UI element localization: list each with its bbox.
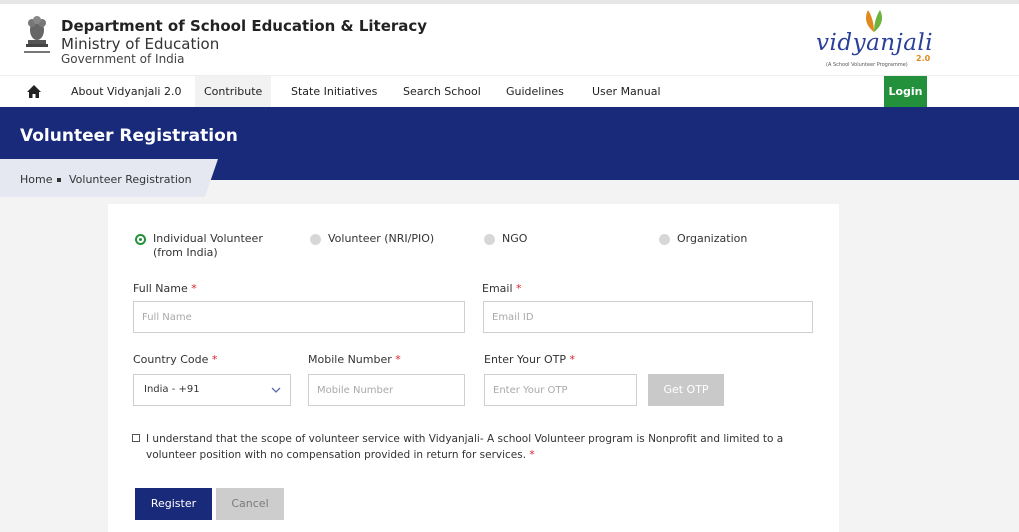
- get-otp-button[interactable]: Get OTP: [648, 374, 724, 406]
- radio-unselected-icon[interactable]: [659, 234, 670, 245]
- main-nav: About Vidyanjali 2.0 Contribute State In…: [0, 75, 1019, 108]
- country-code-label: Country Code *: [133, 353, 218, 366]
- nav-state-initiatives[interactable]: State Initiatives: [291, 76, 377, 108]
- radio-selected-icon[interactable]: [135, 234, 146, 245]
- emblem-icon: [24, 16, 50, 53]
- logo-tagline: (A School Volunteer Programme): [826, 62, 908, 68]
- breadcrumb-home[interactable]: Home: [20, 173, 52, 186]
- nav-search-school[interactable]: Search School: [403, 76, 481, 108]
- full-name-label: Full Name *: [133, 282, 197, 295]
- breadcrumb-current: Volunteer Registration: [69, 173, 192, 186]
- breadcrumb: Home Volunteer Registration: [0, 159, 218, 197]
- otp-label: Enter Your OTP *: [484, 353, 576, 366]
- country-code-select[interactable]: India - +91: [133, 374, 291, 406]
- mobile-number-input[interactable]: [308, 374, 465, 406]
- full-name-input[interactable]: [133, 301, 465, 333]
- site-header: Department of School Education & Literac…: [0, 4, 1019, 75]
- nav-about[interactable]: About Vidyanjali 2.0: [61, 76, 191, 108]
- nav-user-manual[interactable]: User Manual: [592, 76, 661, 108]
- mobile-number-label: Mobile Number *: [308, 353, 401, 366]
- ministry-name: Ministry of Education: [61, 35, 220, 53]
- leaf-icon: [866, 10, 882, 32]
- country-code-value: India - +91: [144, 384, 200, 395]
- email-label: Email *: [482, 282, 522, 295]
- radio-unselected-icon[interactable]: [310, 234, 321, 245]
- radio-label: Individual Volunteer (from India): [153, 232, 263, 259]
- consent-text: I understand that the scope of volunteer…: [146, 433, 784, 461]
- department-title: Department of School Education & Literac…: [61, 17, 428, 35]
- chevron-down-icon: [271, 387, 281, 393]
- radio-unselected-icon[interactable]: [484, 234, 495, 245]
- logo-version: 2.0: [916, 54, 931, 63]
- register-button[interactable]: Register: [135, 488, 212, 520]
- otp-input[interactable]: [484, 374, 637, 406]
- login-button[interactable]: Login: [884, 76, 927, 108]
- page-title: Volunteer Registration: [20, 126, 238, 146]
- home-icon[interactable]: [26, 84, 42, 100]
- radio-label: Volunteer (NRI/PIO): [328, 232, 435, 245]
- radio-label: Organization: [677, 232, 748, 245]
- breadcrumb-separator: [57, 178, 61, 182]
- registration-form: Individual Volunteer (from India) Volunt…: [108, 204, 839, 532]
- radio-label: NGO: [502, 232, 528, 245]
- nav-guidelines[interactable]: Guidelines: [506, 76, 564, 108]
- nav-contribute[interactable]: Contribute: [195, 76, 272, 108]
- vidyanjali-logo[interactable]: vidyanjali 2.0 (A School Volunteer Progr…: [812, 10, 934, 70]
- consent-checkbox[interactable]: [132, 434, 140, 442]
- logo-wordmark: vidyanjali: [816, 30, 934, 56]
- cancel-button[interactable]: Cancel: [216, 488, 284, 520]
- government-name: Government of India: [61, 52, 185, 66]
- email-input[interactable]: [483, 301, 813, 333]
